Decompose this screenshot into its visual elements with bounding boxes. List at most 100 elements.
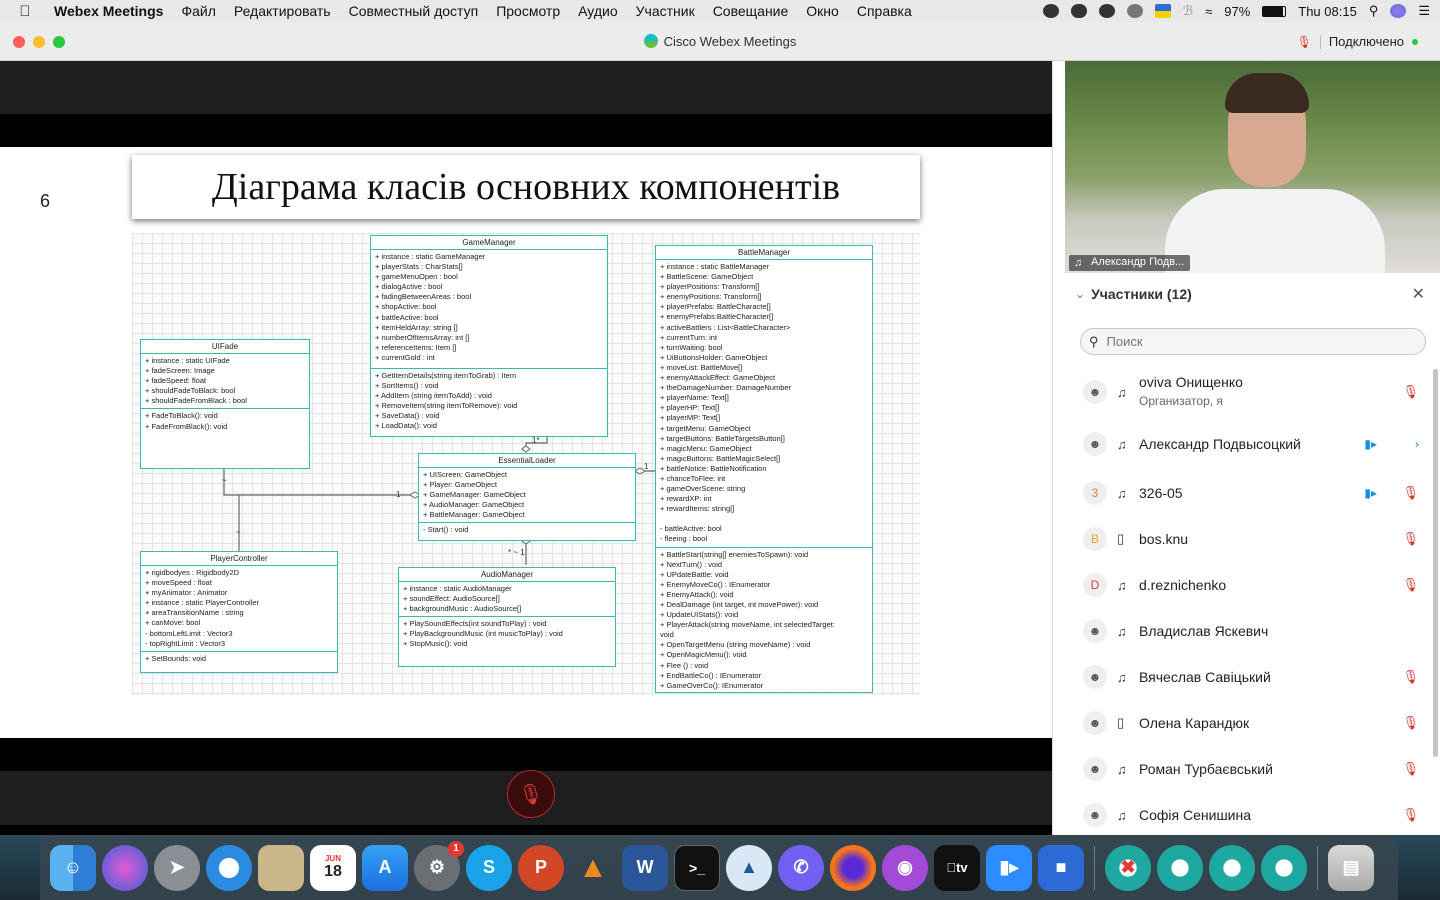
headset-icon: ♫ xyxy=(1117,436,1127,452)
menu-meeting[interactable]: Совещание xyxy=(704,3,798,19)
muted-mic-icon[interactable]: 🎙 xyxy=(1297,35,1312,49)
webex-camera-icon[interactable] xyxy=(1261,844,1307,891)
trash-icon[interactable]: ▤ xyxy=(1328,844,1374,891)
menu-view[interactable]: Просмотр xyxy=(487,3,569,19)
search-input[interactable] xyxy=(1106,334,1407,349)
participant-row[interactable]: ☻ ▯ Олена Карандюк 🎙 xyxy=(1065,700,1429,746)
participant-row[interactable]: ☻ ♫ Владислав Яскевич xyxy=(1065,608,1429,654)
siri-icon[interactable] xyxy=(102,844,148,891)
system-preferences-icon[interactable]: ⚙ 1 xyxy=(414,840,464,891)
video-camera-icon[interactable]: ▮▸ xyxy=(1364,437,1377,451)
finder-icon[interactable]: ☺ xyxy=(50,844,96,891)
class-attributes: + instance : static BattleManager + Batt… xyxy=(656,260,872,548)
attribute: + BattleManager: GameObject xyxy=(423,510,525,520)
video-camera-icon[interactable]: ▮▸ xyxy=(1364,486,1377,500)
app-status-icon[interactable] xyxy=(1098,4,1115,18)
video-thumbnail[interactable]: ♫ Александр Подв... xyxy=(1065,61,1440,273)
participant-row[interactable]: ☻ ♫ Роман Турбаєвський 🎙 xyxy=(1065,746,1429,792)
attribute: + currentTurn: int xyxy=(660,332,718,342)
participant-row[interactable]: ☻ ♫ Александр Подвысоцкий ▮▸ › xyxy=(1065,418,1429,470)
apple-tv-icon[interactable]: tv xyxy=(934,844,980,891)
battery-icon[interactable] xyxy=(1262,5,1287,17)
clock[interactable]: Thu 08:15 xyxy=(1298,4,1357,19)
launchpad-icon[interactable]: ➤ xyxy=(154,844,200,891)
muted-mic-icon[interactable]: 🎙 xyxy=(1402,669,1419,685)
muted-mic-icon[interactable]: 🎙 xyxy=(1402,807,1419,823)
participant-row[interactable]: D ♫ d.reznichenko 🎙 xyxy=(1065,562,1429,608)
participant-row[interactable]: B ▯ bos.knu 🎙 xyxy=(1065,516,1429,562)
control-center-icon[interactable]: ☰ xyxy=(1418,3,1430,19)
participant-row[interactable]: 3 ♫ 326-05 ▮▸ 🎙 xyxy=(1065,470,1429,516)
skype-icon[interactable]: S xyxy=(466,844,512,891)
xcode-icon[interactable]: ▲ xyxy=(726,844,772,891)
close-panel-icon[interactable]: ✕ xyxy=(1412,284,1425,304)
participant-row[interactable]: ☻ ♫ oviva Онищенко Организатор, я 🎙 xyxy=(1065,366,1429,418)
calendar-icon[interactable]: JUN 18 xyxy=(310,844,356,891)
viber-icon[interactable]: ✆ xyxy=(778,844,824,891)
webex-error-icon[interactable]: ✖ xyxy=(1105,844,1151,891)
participant-name: oviva Онищенко xyxy=(1139,374,1243,390)
wifi-icon[interactable]: ≈ xyxy=(1205,4,1212,19)
method: + EndBattleCo() : IEnumerator xyxy=(660,670,762,680)
folder-icon[interactable]: ■ xyxy=(1038,844,1084,891)
muted-mic-icon[interactable]: 🎙 xyxy=(1402,531,1419,547)
mult-label: 1 xyxy=(396,490,401,499)
vlc-icon[interactable]: ▲ xyxy=(570,845,616,891)
webex-meetings-icon[interactable] xyxy=(1157,844,1203,891)
participant-list-scrollbar[interactable] xyxy=(1433,369,1438,757)
firefox-icon[interactable] xyxy=(830,844,876,891)
search-icon: ⚲ xyxy=(1089,333,1099,349)
battery-percent: 97% xyxy=(1224,3,1251,19)
menu-share[interactable]: Совместный доступ xyxy=(340,3,488,19)
powerpoint-icon[interactable]: P xyxy=(518,844,564,891)
webex-icon[interactable] xyxy=(1209,844,1255,891)
unmute-button[interactable]: 🎙 xyxy=(507,770,555,818)
method: + SetBounds: void xyxy=(145,653,207,663)
attribute: + instance : static GameManager xyxy=(375,252,486,261)
podcasts-icon[interactable]: ◉ xyxy=(882,844,928,891)
muted-mic-icon[interactable]: 🎙 xyxy=(1402,384,1419,400)
class-methods: + GetItemDetails(string itemToGrab) : It… xyxy=(371,369,607,434)
participant-name: 326-05 xyxy=(1139,485,1183,501)
app-store-icon[interactable]: A xyxy=(362,844,408,891)
menu-help[interactable]: Справка xyxy=(848,3,921,19)
zoom-icon[interactable]: ▮▸ xyxy=(986,844,1032,891)
muted-mic-icon[interactable]: 🎙 xyxy=(1402,485,1419,501)
attribute xyxy=(660,514,868,524)
participant-row[interactable]: ☻ ♫ Софія Сенишина 🎙 xyxy=(1065,792,1429,838)
headset-icon: ♫ xyxy=(1117,485,1127,501)
word-icon[interactable]: W xyxy=(622,844,668,891)
class-methods: + PlaySoundEffects(int soundToPlay) : vo… xyxy=(399,617,615,651)
participant-row[interactable]: ☻ ♫ Вячеслав Савіцький 🎙 xyxy=(1065,654,1429,700)
muted-mic-icon[interactable]: 🎙 xyxy=(1402,761,1419,777)
muted-mic-icon[interactable]: 🎙 xyxy=(1402,577,1419,593)
attribute: + magicMenu: GameObject xyxy=(660,443,752,453)
safari-icon[interactable] xyxy=(206,844,252,891)
attribute: + rewardXP: int xyxy=(660,494,712,504)
menu-participant[interactable]: Участник xyxy=(627,3,704,19)
dnd-status-icon[interactable] xyxy=(1126,4,1143,18)
siri-icon[interactable] xyxy=(1390,4,1407,18)
menu-file[interactable]: Файл xyxy=(172,3,224,19)
muted-mic-icon[interactable]: 🎙 xyxy=(1402,715,1419,731)
participant-search[interactable]: ⚲ xyxy=(1080,328,1426,355)
terminal-icon[interactable]: >_ xyxy=(674,844,720,891)
chevron-down-icon[interactable]: ⌄ xyxy=(1075,287,1085,301)
method: + UPdateBattle: void xyxy=(660,569,729,579)
menu-edit[interactable]: Редактировать xyxy=(225,3,340,19)
viber-status-icon[interactable] xyxy=(1042,4,1059,18)
cloud-status-icon[interactable] xyxy=(1070,4,1087,18)
menu-app-name[interactable]: Webex Meetings xyxy=(50,3,172,19)
method: + LoadData(): void xyxy=(375,421,437,431)
participants-header[interactable]: ⌄ Участники (12) ✕ xyxy=(1065,283,1429,305)
bluetooth-icon[interactable]: ℬ xyxy=(1183,3,1193,19)
menu-window[interactable]: Окно xyxy=(797,3,848,19)
spotlight-search-icon[interactable]: ⚲ xyxy=(1369,3,1379,19)
apple-menu-icon[interactable]:  xyxy=(0,3,50,20)
menu-audio[interactable]: Аудио xyxy=(569,3,627,19)
keyboard-layout-icon[interactable] xyxy=(1154,4,1171,18)
mail-stamp-icon[interactable] xyxy=(258,844,304,891)
attribute: + referenceItems: Item [] xyxy=(375,342,457,352)
participant-role: Организатор, я xyxy=(1139,394,1223,408)
video-name-label: ♫ Александр Подв... xyxy=(1069,255,1191,271)
